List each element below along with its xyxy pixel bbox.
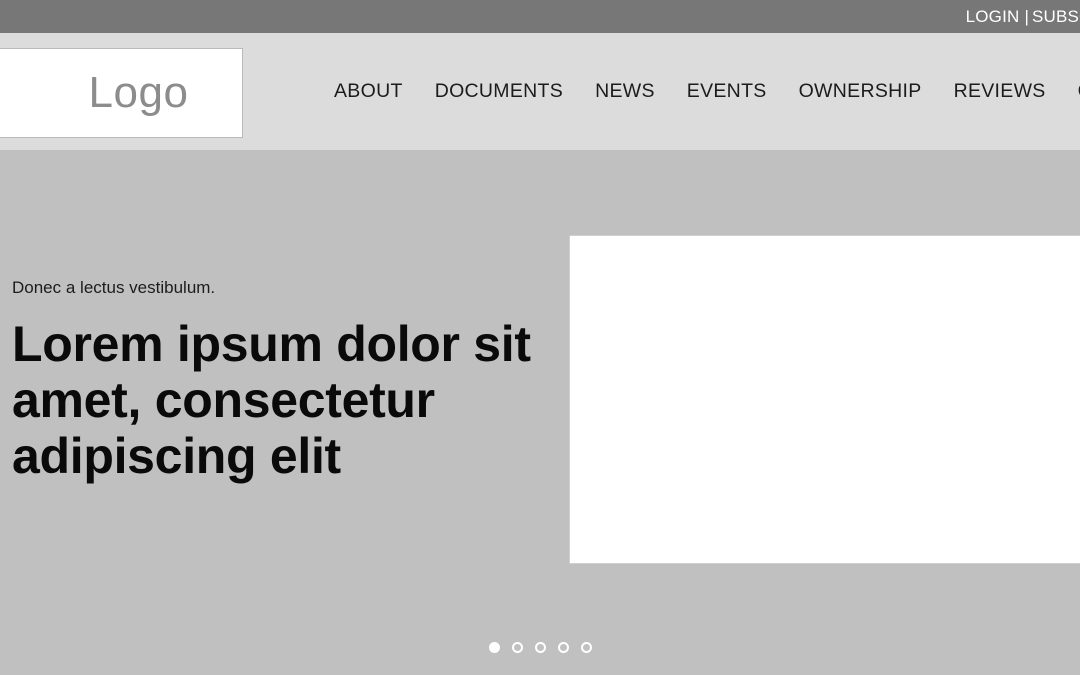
site-header: Logo ABOUT DOCUMENTS NEWS EVENTS OWNERSH… xyxy=(0,33,1080,150)
subscribe-link[interactable]: SUBSCRIBE xyxy=(1032,8,1080,25)
hero-title: Lorem ipsum dolor sit amet, consectetur … xyxy=(12,316,531,485)
carousel-pagination xyxy=(0,642,1080,653)
hero-section: Donec a lectus vestibulum. Lorem ipsum d… xyxy=(0,150,1080,675)
hero-media-panel xyxy=(569,235,1080,564)
nav-item-ownership[interactable]: OWNERSHIP xyxy=(799,81,922,102)
login-link[interactable]: LOGIN xyxy=(966,8,1020,25)
carousel-dot-1[interactable] xyxy=(488,642,500,653)
top-utility-bar: LOGIN | SUBSCRIBE xyxy=(0,0,1080,33)
nav-item-about[interactable]: ABOUT xyxy=(334,81,403,102)
primary-navigation: ABOUT DOCUMENTS NEWS EVENTS OWNERSHIP RE… xyxy=(334,33,1080,150)
carousel-dot-3[interactable] xyxy=(534,642,546,653)
hero-copy: Donec a lectus vestibulum. Lorem ipsum d… xyxy=(12,278,542,484)
top-utility-links: LOGIN | SUBSCRIBE xyxy=(966,8,1080,25)
nav-item-news[interactable]: NEWS xyxy=(595,81,655,102)
carousel-dot-5[interactable] xyxy=(580,642,592,653)
nav-item-documents[interactable]: DOCUMENTS xyxy=(435,81,563,102)
carousel-dot-4[interactable] xyxy=(557,642,569,653)
hero-eyebrow: Donec a lectus vestibulum. xyxy=(12,278,216,297)
page-root: LOGIN | SUBSCRIBE Logo ABOUT DOCUMENTS N… xyxy=(0,0,1080,675)
logo[interactable]: Logo xyxy=(0,48,243,138)
topbar-separator: | xyxy=(1024,7,1029,26)
nav-item-events[interactable]: EVENTS xyxy=(687,81,767,102)
carousel-dot-2[interactable] xyxy=(511,642,523,653)
nav-item-reviews[interactable]: REVIEWS xyxy=(954,81,1046,102)
logo-label: Logo xyxy=(88,68,189,117)
